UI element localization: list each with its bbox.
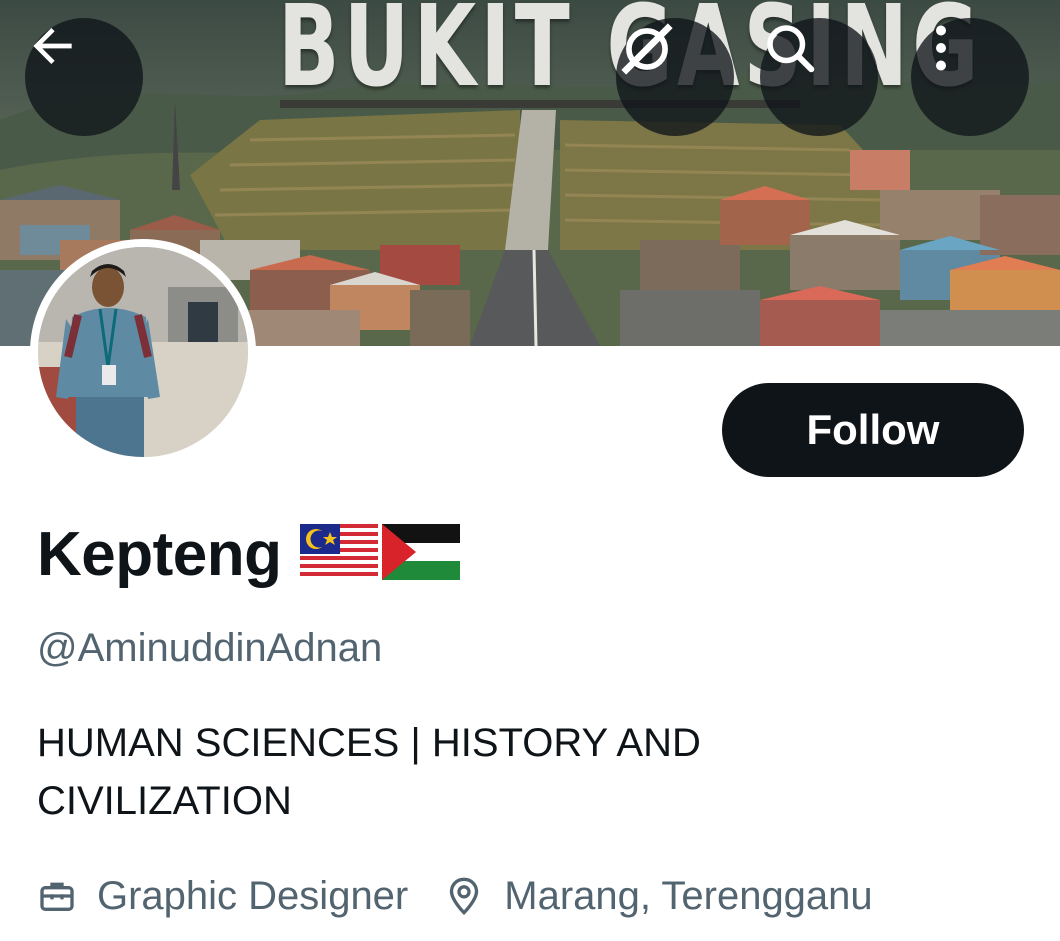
profession-text: Graphic Designer: [97, 873, 409, 918]
bio-line: CIVILIZATION: [37, 779, 292, 823]
profession-item: Graphic Designer: [37, 874, 408, 919]
location-pin-icon: [450, 877, 479, 916]
search-button[interactable]: [760, 18, 878, 136]
follow-button[interactable]: Follow: [722, 383, 1024, 477]
palestine-flag-emoji: [381, 523, 460, 585]
more-vertical-icon: [936, 25, 946, 71]
search-icon: [767, 25, 815, 73]
bio-line: HUMAN SCIENCES | HISTORY AND: [37, 721, 701, 765]
arrow-left-icon: [33, 28, 72, 64]
display-name: Kepteng: [37, 519, 282, 589]
briefcase-icon: [40, 882, 74, 911]
avatar-photo: [38, 247, 248, 457]
profile-meta: Graphic Designer Marang, Terengganu: [37, 866, 873, 926]
grok-icon: [621, 23, 673, 75]
malaysia-flag-emoji: [299, 523, 378, 585]
more-options-button[interactable]: [911, 18, 1029, 136]
display-name-row: Kepteng: [37, 514, 460, 594]
profile-bio: HUMAN SCIENCES | HISTORY AND CIVILIZATIO…: [37, 714, 837, 830]
back-button[interactable]: [25, 18, 143, 136]
grok-button[interactable]: [616, 18, 734, 136]
profile-handle: @AminuddinAdnan: [37, 626, 383, 670]
location-text: Marang, Terengganu: [504, 873, 873, 918]
location-item: Marang, Terengganu: [444, 873, 873, 919]
profile-avatar[interactable]: [30, 239, 256, 465]
